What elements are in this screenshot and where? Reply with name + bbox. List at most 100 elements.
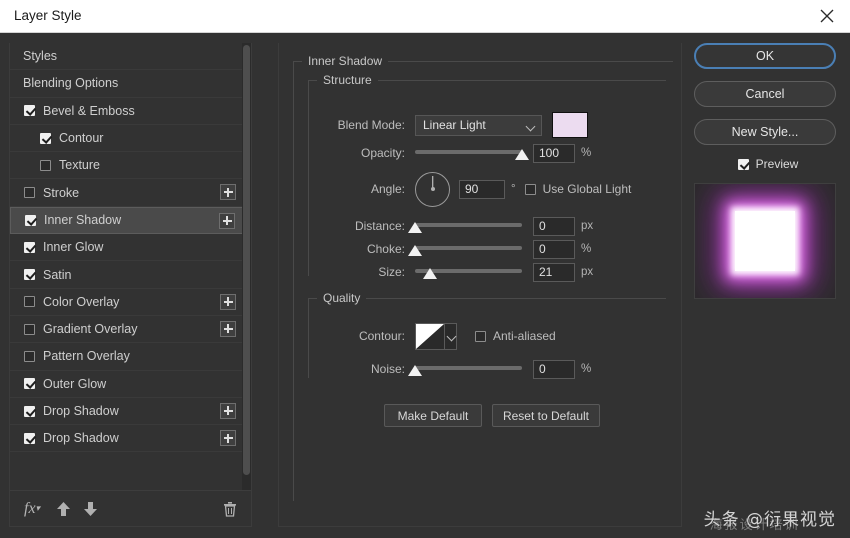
- use-global-light-label: Use Global Light: [542, 182, 632, 196]
- sidebar-scrollbar[interactable]: [242, 43, 251, 490]
- contour-label: Contour:: [358, 329, 405, 343]
- add-effect-icon[interactable]: [219, 212, 235, 229]
- add-effect-icon[interactable]: [220, 402, 236, 419]
- blend-mode-select[interactable]: Linear Light: [415, 114, 542, 136]
- chevron-down-icon: [525, 121, 536, 131]
- add-effect-icon[interactable]: [220, 184, 236, 201]
- sidebar-item-bevel-emboss[interactable]: Bevel & Emboss: [10, 97, 243, 125]
- style-enable-checkbox[interactable]: [24, 187, 35, 199]
- style-enable-checkbox[interactable]: [24, 323, 35, 335]
- size-label: Size:: [378, 265, 405, 279]
- contour-preset-select[interactable]: [415, 322, 457, 350]
- size-slider-thumb[interactable]: [422, 268, 437, 279]
- sidebar-item-pattern-overlay[interactable]: Pattern Overlay: [10, 343, 243, 371]
- structure-group-title: Structure: [317, 73, 378, 87]
- sidebar-item-contour[interactable]: Contour: [10, 124, 243, 153]
- sidebar-item-label: Blending Options: [23, 76, 119, 91]
- choke-slider-thumb[interactable]: [408, 245, 422, 256]
- sidebar-item-drop-shadow[interactable]: Drop Shadow: [10, 397, 243, 426]
- sidebar-item-label: Bevel & Emboss: [43, 103, 135, 118]
- style-enable-checkbox[interactable]: [40, 132, 51, 144]
- sidebar-scrollbar-thumb[interactable]: [243, 45, 250, 475]
- make-default-button[interactable]: Make Default: [384, 404, 482, 427]
- angle-dial-hub: [430, 187, 435, 191]
- add-effect-icon[interactable]: [220, 293, 236, 310]
- sidebar-item-color-overlay[interactable]: Color Overlay: [10, 288, 243, 316]
- style-enable-checkbox[interactable]: [40, 159, 51, 171]
- close-icon[interactable]: [804, 0, 850, 32]
- reset-to-default-button[interactable]: Reset to Default: [492, 404, 600, 427]
- angle-input[interactable]: 90: [459, 179, 505, 199]
- layer-style-dialog: Layer Style Styles Blending Options Bevel …: [0, 0, 850, 538]
- anti-aliased-checkbox[interactable]: [475, 330, 486, 342]
- preview-glow-shape: [735, 211, 795, 271]
- arrow-up-icon[interactable]: [56, 501, 71, 517]
- choke-slider-track: [415, 246, 522, 250]
- sidebar-item-outer-glow[interactable]: Outer Glow: [10, 370, 243, 398]
- style-enable-checkbox[interactable]: [24, 378, 35, 390]
- noise-input[interactable]: 0: [533, 359, 575, 379]
- sidebar-item-blending-options[interactable]: Blending Options: [10, 70, 243, 98]
- sidebar-item-satin[interactable]: Satin: [10, 261, 243, 289]
- inner-shadow-group-title: Inner Shadow: [302, 54, 389, 68]
- distance-input[interactable]: 0: [533, 216, 575, 236]
- style-enable-checkbox[interactable]: [24, 432, 35, 444]
- size-input[interactable]: 21: [533, 262, 575, 282]
- fx-icon[interactable]: fx ▾: [24, 500, 40, 518]
- size-slider[interactable]: [415, 265, 522, 279]
- opacity-label: Opacity:: [360, 146, 405, 160]
- choke-slider[interactable]: [408, 242, 522, 256]
- ok-button[interactable]: OK: [694, 43, 836, 69]
- opacity-slider[interactable]: [415, 146, 529, 160]
- style-enable-checkbox[interactable]: [24, 405, 35, 417]
- distance-slider[interactable]: [408, 219, 522, 233]
- sidebar-item-label: Contour: [59, 131, 104, 146]
- page-title: Layer Style: [14, 8, 82, 23]
- sidebar-item-styles[interactable]: Styles: [10, 43, 243, 71]
- add-effect-icon[interactable]: [220, 430, 236, 447]
- style-enable-checkbox[interactable]: [24, 105, 35, 117]
- style-enable-checkbox[interactable]: [24, 241, 35, 253]
- blend-mode-value: Linear Light: [423, 117, 486, 132]
- distance-slider-track: [415, 223, 522, 227]
- sidebar-item-gradient-overlay[interactable]: Gradient Overlay: [10, 315, 243, 344]
- choke-unit: %: [581, 243, 592, 255]
- title-bar: Layer Style: [0, 0, 850, 33]
- angle-dial[interactable]: [415, 171, 450, 207]
- sidebar-item-texture[interactable]: Texture: [10, 152, 243, 180]
- new-style-button[interactable]: New Style...: [694, 119, 836, 145]
- sidebar-item-inner-glow[interactable]: Inner Glow: [10, 234, 243, 262]
- noise-slider-thumb[interactable]: [408, 365, 422, 376]
- sidebar-item-stroke[interactable]: Stroke: [10, 179, 243, 207]
- opacity-slider-thumb[interactable]: [515, 149, 529, 160]
- cancel-button[interactable]: Cancel: [694, 81, 836, 107]
- angle-label: Angle:: [370, 182, 405, 196]
- opacity-slider-track: [415, 150, 522, 154]
- anti-aliased-label: Anti-aliased: [493, 329, 556, 343]
- trash-icon[interactable]: [223, 501, 237, 517]
- style-enable-checkbox[interactable]: [24, 350, 35, 362]
- opacity-input[interactable]: 100: [533, 143, 575, 163]
- chevron-down-icon[interactable]: [444, 323, 456, 349]
- watermark-main: 头条 @衍果视觉: [703, 510, 836, 530]
- distance-slider-thumb[interactable]: [408, 222, 422, 233]
- distance-unit: px: [581, 220, 594, 232]
- preview-toggle[interactable]: Preview: [694, 157, 842, 171]
- choke-input[interactable]: 0: [533, 239, 575, 259]
- style-enable-checkbox[interactable]: [24, 269, 35, 281]
- noise-slider[interactable]: [408, 362, 522, 376]
- noise-label: Noise:: [370, 362, 405, 376]
- blend-mode-label: Blend Mode:: [337, 118, 405, 132]
- style-enable-checkbox[interactable]: [24, 296, 35, 308]
- use-global-light-checkbox[interactable]: [524, 183, 536, 195]
- angle-unit: °: [511, 183, 516, 195]
- sidebar-item-drop-shadow[interactable]: Drop Shadow: [10, 425, 243, 453]
- preview-checkbox[interactable]: [737, 158, 749, 170]
- sidebar-item-inner-shadow[interactable]: Inner Shadow: [10, 206, 243, 235]
- arrow-down-icon[interactable]: [83, 501, 98, 517]
- sidebar-item-label: Satin: [43, 267, 72, 282]
- add-effect-icon[interactable]: [220, 320, 236, 337]
- shadow-color-swatch[interactable]: [552, 112, 588, 138]
- style-enable-checkbox[interactable]: [25, 214, 36, 226]
- watermark: 头条 @衍果视觉 海报设计培训: [703, 505, 836, 533]
